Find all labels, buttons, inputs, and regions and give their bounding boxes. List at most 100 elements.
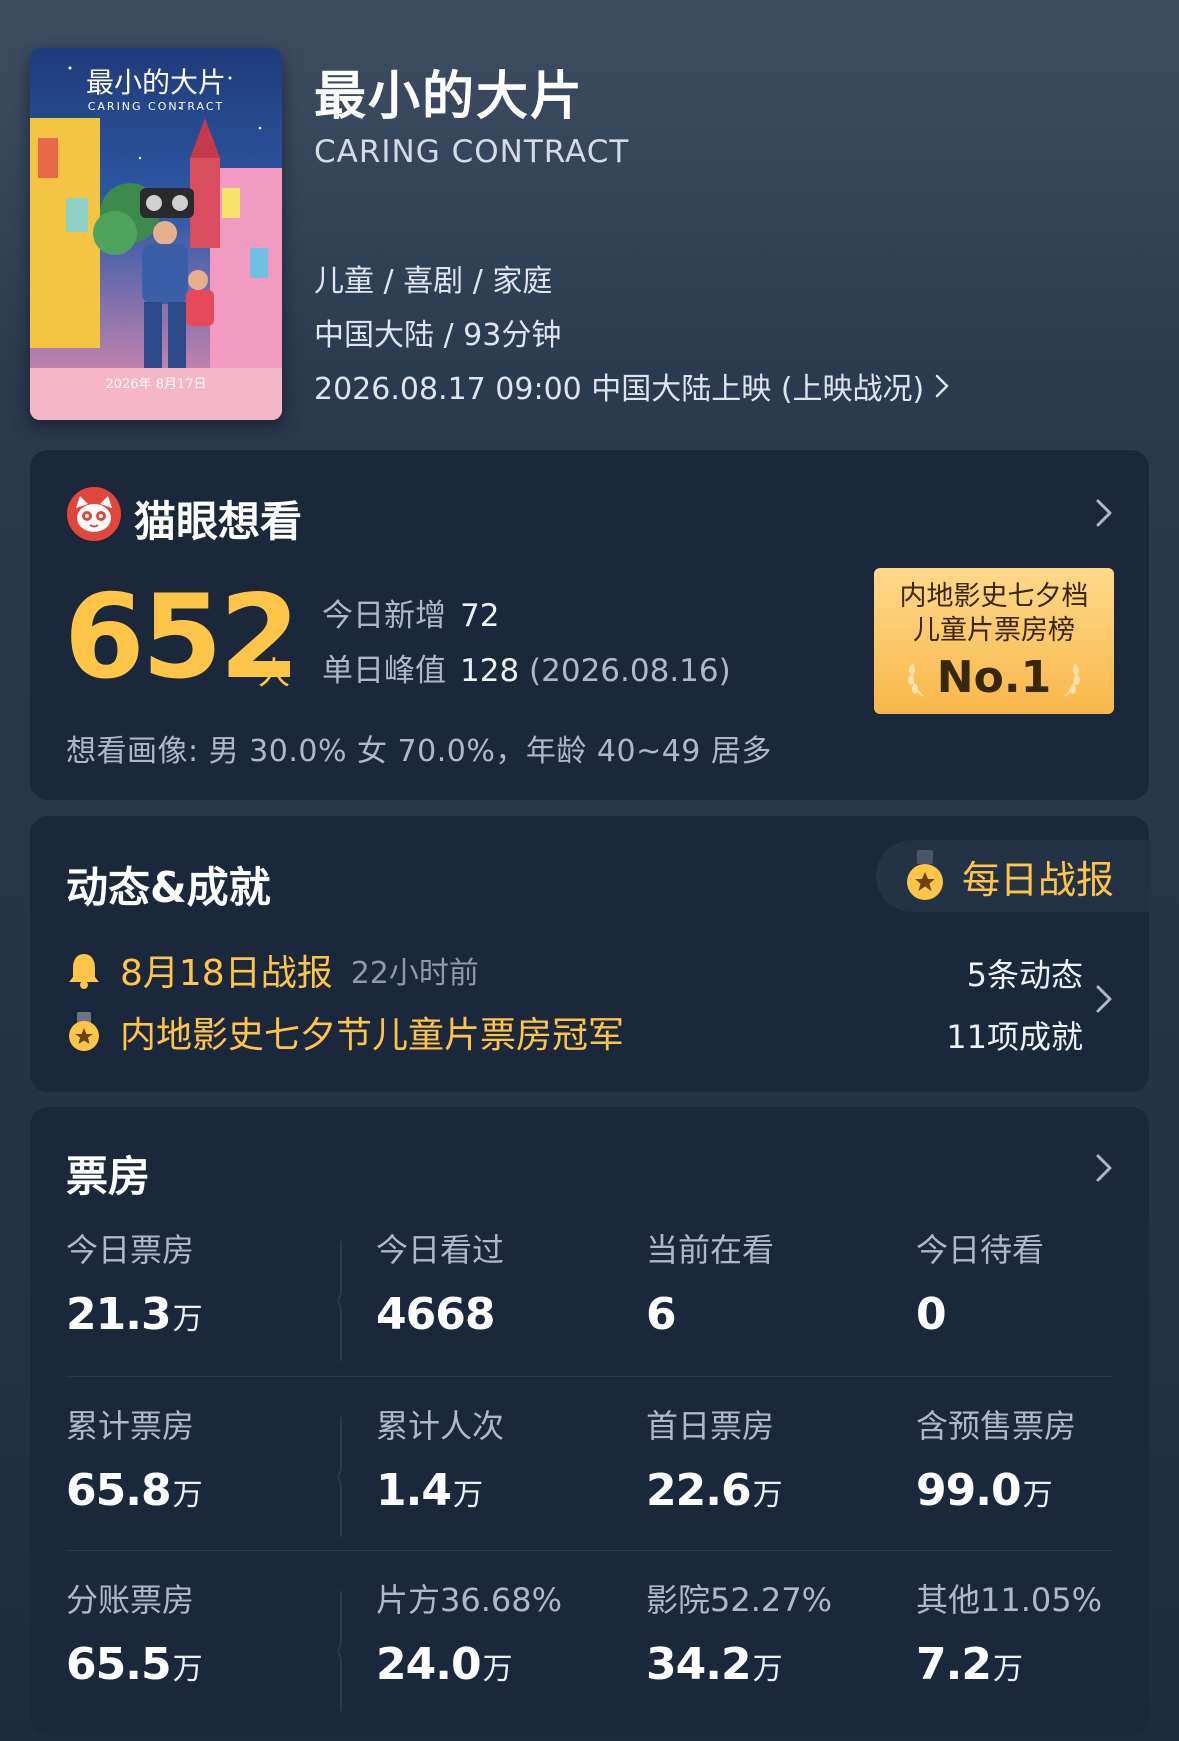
report-time: 22小时前 [350, 956, 479, 991]
stat-label: 影院52.27% [646, 1581, 833, 1619]
stat-unit: 万 [482, 1652, 513, 1687]
stat-number: 99.0 [916, 1465, 1022, 1516]
stat-split-box-office: 分账票房 65.5万 [66, 1569, 203, 1690]
stat-incl-presale-box-office: 含预售票房 99.0万 [916, 1395, 1076, 1516]
stat-label: 当前在看 [646, 1231, 775, 1269]
stat-value: 0 [916, 1289, 1044, 1340]
stat-value: 65.5万 [66, 1639, 203, 1690]
stat-label: 分账票房 [66, 1581, 195, 1619]
daily-report-label: 每日战报 [962, 857, 1115, 902]
stat-value: 22.6万 [646, 1465, 783, 1516]
laurel-right-icon [1064, 663, 1081, 697]
laurel-left-icon [907, 663, 924, 697]
column-separator [338, 1591, 342, 1711]
box-office-row: 今日票房 21.3万 今日看过 4668 当前在看 6 今日待看 0 [30, 1219, 1149, 1393]
stat-number: 7.2 [916, 1639, 992, 1690]
movie-region-runtime: 中国大陆 / 93分钟 [314, 318, 562, 353]
stat-other-share: 其他11.05% 7.2万 [916, 1569, 1102, 1690]
daily-peak-value: 128 [460, 653, 520, 689]
stat-total-admissions: 累计人次 1.4万 [376, 1395, 504, 1516]
stat-number: 4668 [376, 1289, 495, 1340]
stat-label: 片方36.68% [376, 1581, 563, 1619]
stat-value: 99.0万 [916, 1465, 1076, 1516]
poster-subtitle-text: CARING CONTRACT [88, 100, 225, 113]
stat-unit: 万 [992, 1652, 1023, 1687]
stat-unit: 万 [752, 1478, 783, 1513]
stat-number: 24.0 [376, 1639, 482, 1690]
movie-release-text: 2026.08.17 09:00 中国大陆上映 (上映战况) [314, 372, 925, 407]
stat-unit: 万 [172, 1478, 203, 1513]
stat-number: 6 [646, 1289, 677, 1340]
daily-peak-date: (2026.08.16) [529, 653, 731, 689]
movie-subtitle: CARING CONTRACT [314, 134, 630, 170]
stat-value: 6 [646, 1289, 774, 1340]
box-office-card[interactable]: 票房 今日票房 21.3万 今日看过 4668 当前在看 6 今日待看 0 累计… [30, 1107, 1149, 1735]
today-new-value: 72 [460, 598, 500, 634]
stat-value: 24.0万 [376, 1639, 562, 1690]
achievement-row[interactable]: 内地影史七夕节儿童片票房冠军 [66, 1006, 624, 1058]
stat-today-pending: 今日待看 0 [916, 1219, 1044, 1340]
news-title: 动态&成就 [66, 863, 271, 912]
report-title: 8月18日战报 [120, 953, 333, 994]
stat-number: 65.8 [66, 1465, 172, 1516]
rank-badge[interactable]: 内地影史七夕档 儿童片票房榜 No.1 [874, 568, 1114, 714]
poster-illustration: 最小的大片 CARING CONTRACT 2026年 8月17日 [30, 48, 282, 420]
stat-label: 含预售票房 [916, 1407, 1077, 1445]
rank-badge-line2: 儿童片票房榜 [913, 615, 1075, 646]
stat-value: 65.8万 [66, 1465, 203, 1516]
medal-icon [69, 1012, 99, 1051]
poster-date-text: 2026年 8月17日 [105, 377, 206, 392]
stat-today-viewed: 今日看过 4668 [376, 1219, 504, 1340]
stat-number: 0 [916, 1289, 947, 1340]
box-office-row: 累计票房 65.8万 累计人次 1.4万 首日票房 22.6万 含预售票房 99… [30, 1395, 1149, 1569]
stat-producer-share: 片方36.68% 24.0万 [376, 1569, 562, 1690]
rank-number: No.1 [874, 652, 1114, 703]
stat-value: 4668 [376, 1289, 504, 1340]
dynamics-count: 5条动态 [966, 956, 1083, 994]
stat-unit: 万 [172, 1652, 203, 1687]
medal-icon [907, 850, 943, 900]
report-row[interactable]: 8月18日战报 22小时前 [66, 944, 479, 996]
stat-unit: 万 [452, 1478, 483, 1513]
box-office-title: 票房 [66, 1152, 151, 1201]
column-separator [338, 1417, 342, 1537]
rank-number-text: No.1 [936, 652, 1052, 703]
daily-report-button[interactable]: 每日战报 [876, 840, 1149, 912]
audience-portrait: 想看画像: 男 30.0% 女 70.0%，年龄 40~49 居多 [66, 734, 772, 769]
chevron-right-icon [936, 374, 949, 398]
stat-total-box-office: 累计票房 65.8万 [66, 1395, 203, 1516]
stat-now-watching: 当前在看 6 [646, 1219, 774, 1340]
movie-genres: 儿童 / 喜剧 / 家庭 [314, 264, 553, 299]
maoyan-cat-logo-icon [67, 487, 121, 541]
stat-cinema-share: 影院52.27% 34.2万 [646, 1569, 832, 1690]
want-count-unit: 人 [258, 654, 291, 692]
stat-number: 1.4 [376, 1465, 452, 1516]
stat-number: 21.3 [66, 1289, 172, 1340]
today-new-label: 今日新增 [322, 598, 446, 634]
stat-label: 累计人次 [376, 1407, 505, 1445]
chevron-right-icon [1096, 499, 1112, 527]
daily-peak-label: 单日峰值 [322, 653, 446, 689]
rank-badge-line1: 内地影史七夕档 [899, 581, 1089, 612]
stat-today-box-office: 今日票房 21.3万 [66, 1219, 203, 1340]
daily-peak-stat: 单日峰值 128 (2026.08.16) [322, 645, 731, 690]
stat-value: 1.4万 [376, 1465, 504, 1516]
today-new-stat: 今日新增 72 [322, 590, 499, 635]
stat-label: 累计票房 [66, 1407, 195, 1445]
stat-label: 其他11.05% [916, 1581, 1103, 1619]
chevron-right-icon [1096, 1154, 1112, 1182]
movie-release-link[interactable]: 2026.08.17 09:00 中国大陆上映 (上映战况) [314, 364, 950, 408]
bell-icon [69, 954, 99, 989]
want-to-watch-card[interactable]: 猫眼想看 652 人 今日新增 72 单日峰值 128 (2026.08.16) 想… [30, 450, 1149, 800]
movie-title: 最小的大片 [314, 67, 585, 127]
stat-label: 首日票房 [646, 1407, 775, 1445]
stat-number: 65.5 [66, 1639, 172, 1690]
column-separator [338, 1241, 342, 1361]
achievement-title: 内地影史七夕节儿童片票房冠军 [120, 1015, 625, 1056]
movie-poster[interactable]: 最小的大片 CARING CONTRACT 2026年 8月17日 [30, 48, 282, 420]
news-achievements-card[interactable]: 动态&成就 每日战报 8月18日战报 22小时前 内地影史七夕节儿童片票房冠军 … [30, 816, 1149, 1092]
stat-value: 21.3万 [66, 1289, 203, 1340]
stat-value: 34.2万 [646, 1639, 832, 1690]
stat-label: 今日待看 [916, 1231, 1045, 1269]
stat-unit: 万 [172, 1302, 203, 1337]
